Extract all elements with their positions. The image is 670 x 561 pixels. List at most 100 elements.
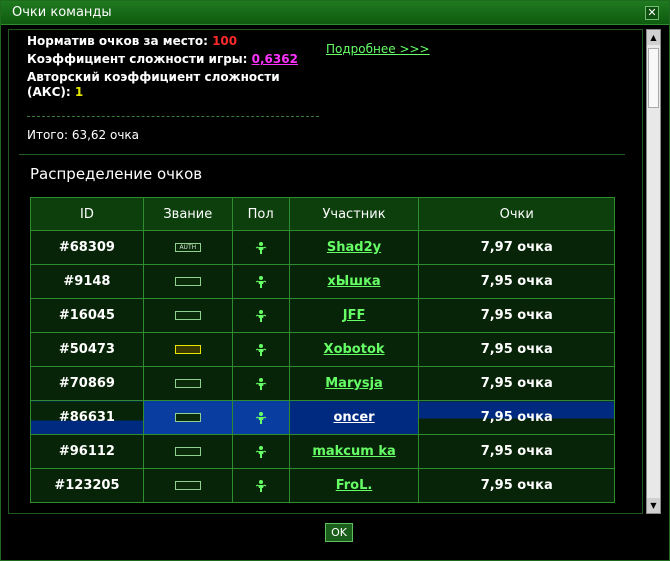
row-sex bbox=[231, 298, 290, 333]
header-sex: Пол bbox=[231, 197, 290, 231]
ok-button[interactable]: OK bbox=[325, 523, 353, 542]
player-link[interactable]: xЫшка bbox=[327, 274, 380, 289]
window-title: Очки команды bbox=[12, 5, 112, 20]
row-player: Marysja bbox=[288, 366, 420, 401]
table-row: #70869 Marysja 7,95 очка bbox=[30, 366, 615, 401]
male-icon bbox=[254, 411, 268, 425]
rank-badge-icon: AUTH bbox=[174, 243, 201, 252]
norm-value: 100 bbox=[212, 34, 238, 48]
row-rank bbox=[142, 298, 233, 333]
scroll-up-icon[interactable]: ▲ bbox=[647, 30, 660, 45]
male-icon bbox=[254, 309, 268, 323]
male-icon bbox=[254, 343, 268, 357]
header-points: Очки bbox=[418, 197, 615, 231]
points-info: Норматив очков за место: 100 Коэффициент… bbox=[27, 34, 327, 142]
row-points: 7,95 очка bbox=[418, 468, 615, 503]
scroll-down-icon[interactable]: ▼ bbox=[647, 498, 660, 513]
player-link[interactable]: JFF bbox=[343, 308, 366, 323]
row-rank: AUTH bbox=[142, 230, 233, 265]
header-rank: Звание bbox=[142, 197, 233, 231]
rank-badge-icon bbox=[174, 345, 201, 354]
male-icon bbox=[254, 241, 268, 255]
row-player: FroL. bbox=[288, 468, 420, 503]
rank-badge-icon bbox=[174, 447, 201, 456]
row-player: JFF bbox=[288, 298, 420, 333]
male-icon bbox=[254, 377, 268, 391]
player-link[interactable]: FroL. bbox=[336, 478, 373, 493]
row-player: xЫшка bbox=[288, 264, 420, 299]
rank-badge-icon bbox=[174, 413, 201, 422]
rank-badge-icon bbox=[174, 277, 201, 286]
header-player: Участник bbox=[288, 197, 420, 231]
vertical-scrollbar[interactable]: ▲ ▼ bbox=[646, 29, 661, 514]
norm-label: Норматив очков за место: bbox=[27, 34, 208, 48]
row-points: 7,95 очка bbox=[418, 332, 615, 367]
row-sex bbox=[231, 332, 290, 367]
row-id: #68309 bbox=[30, 230, 144, 265]
section-title: Распределение очков bbox=[30, 165, 203, 183]
row-player: Shad2y bbox=[288, 230, 420, 265]
row-player: makcum ka bbox=[288, 434, 420, 469]
row-points: 7,95 очка bbox=[418, 400, 615, 435]
row-id: #96112 bbox=[30, 434, 144, 469]
male-icon bbox=[254, 275, 268, 289]
row-id: #86631 bbox=[30, 400, 144, 435]
akc-value: 1 bbox=[74, 85, 84, 99]
table-row: #86631 oncer 7,95 очка bbox=[30, 400, 615, 435]
row-points: 7,95 очка bbox=[418, 264, 615, 299]
row-sex bbox=[231, 468, 290, 503]
total-points: Итого: 63,62 очка bbox=[27, 128, 140, 142]
info-divider bbox=[27, 116, 319, 117]
row-sex bbox=[231, 434, 290, 469]
akc-row: Авторский коэффициент сложности (АКС): 1 bbox=[27, 70, 327, 100]
table-row: #16045 JFF 7,95 очка bbox=[30, 298, 615, 333]
titlebar: Очки команды ✕ bbox=[1, 1, 669, 25]
table-header-row: ID Звание Пол Участник Очки bbox=[30, 197, 615, 231]
table-body: #68309 AUTH Shad2y 7,97 очка #9148 xЫшка 7,95… bbox=[30, 230, 615, 503]
row-id: #123205 bbox=[30, 468, 144, 503]
row-id: #70869 bbox=[30, 366, 144, 401]
row-sex bbox=[231, 230, 290, 265]
row-rank bbox=[142, 434, 233, 469]
coef-row: Коэффициент сложности игры: 0,6362 bbox=[27, 52, 327, 67]
row-id: #9148 bbox=[30, 264, 144, 299]
more-details-link[interactable]: Подробнее >>> bbox=[326, 42, 430, 56]
rank-badge-icon bbox=[174, 379, 201, 388]
row-rank bbox=[142, 332, 233, 367]
player-link[interactable]: Shad2y bbox=[327, 240, 381, 255]
row-rank bbox=[142, 366, 233, 401]
row-rank bbox=[142, 264, 233, 299]
table-row: #96112 makcum ka 7,95 очка bbox=[30, 434, 615, 469]
team-points-window: Очки команды ✕ Норматив очков за место: … bbox=[0, 0, 670, 561]
norm-row: Норматив очков за место: 100 bbox=[27, 34, 327, 49]
table-row: #123205 FroL. 7,95 очка bbox=[30, 468, 615, 503]
coef-value[interactable]: 0,6362 bbox=[252, 52, 298, 66]
coef-label: Коэффициент сложности игры: bbox=[27, 52, 248, 66]
scroll-thumb[interactable] bbox=[648, 48, 659, 108]
row-sex bbox=[231, 264, 290, 299]
table-row: #68309 AUTH Shad2y 7,97 очка bbox=[30, 230, 615, 265]
row-points: 7,95 очка bbox=[418, 366, 615, 401]
player-link[interactable]: Marysja bbox=[325, 376, 383, 391]
close-icon[interactable]: ✕ bbox=[645, 6, 659, 20]
player-link[interactable]: makcum ka bbox=[312, 444, 395, 459]
table-row: #50473 Xobotok 7,95 очка bbox=[30, 332, 615, 367]
row-points: 7,97 очка bbox=[418, 230, 615, 265]
section-divider bbox=[19, 154, 625, 155]
row-points: 7,95 очка bbox=[418, 298, 615, 333]
content-panel: Норматив очков за место: 100 Коэффициент… bbox=[8, 29, 643, 514]
male-icon bbox=[254, 479, 268, 493]
row-rank bbox=[142, 468, 233, 503]
player-link[interactable]: oncer bbox=[333, 410, 374, 425]
row-rank bbox=[142, 400, 233, 435]
rank-badge-icon bbox=[174, 311, 201, 320]
row-sex bbox=[231, 366, 290, 401]
row-points: 7,95 очка bbox=[418, 434, 615, 469]
rank-badge-icon bbox=[174, 481, 201, 490]
player-link[interactable]: Xobotok bbox=[324, 342, 385, 357]
row-id: #16045 bbox=[30, 298, 144, 333]
header-id: ID bbox=[30, 197, 144, 231]
row-player: oncer bbox=[288, 400, 420, 435]
row-id: #50473 bbox=[30, 332, 144, 367]
table-row: #9148 xЫшка 7,95 очка bbox=[30, 264, 615, 299]
